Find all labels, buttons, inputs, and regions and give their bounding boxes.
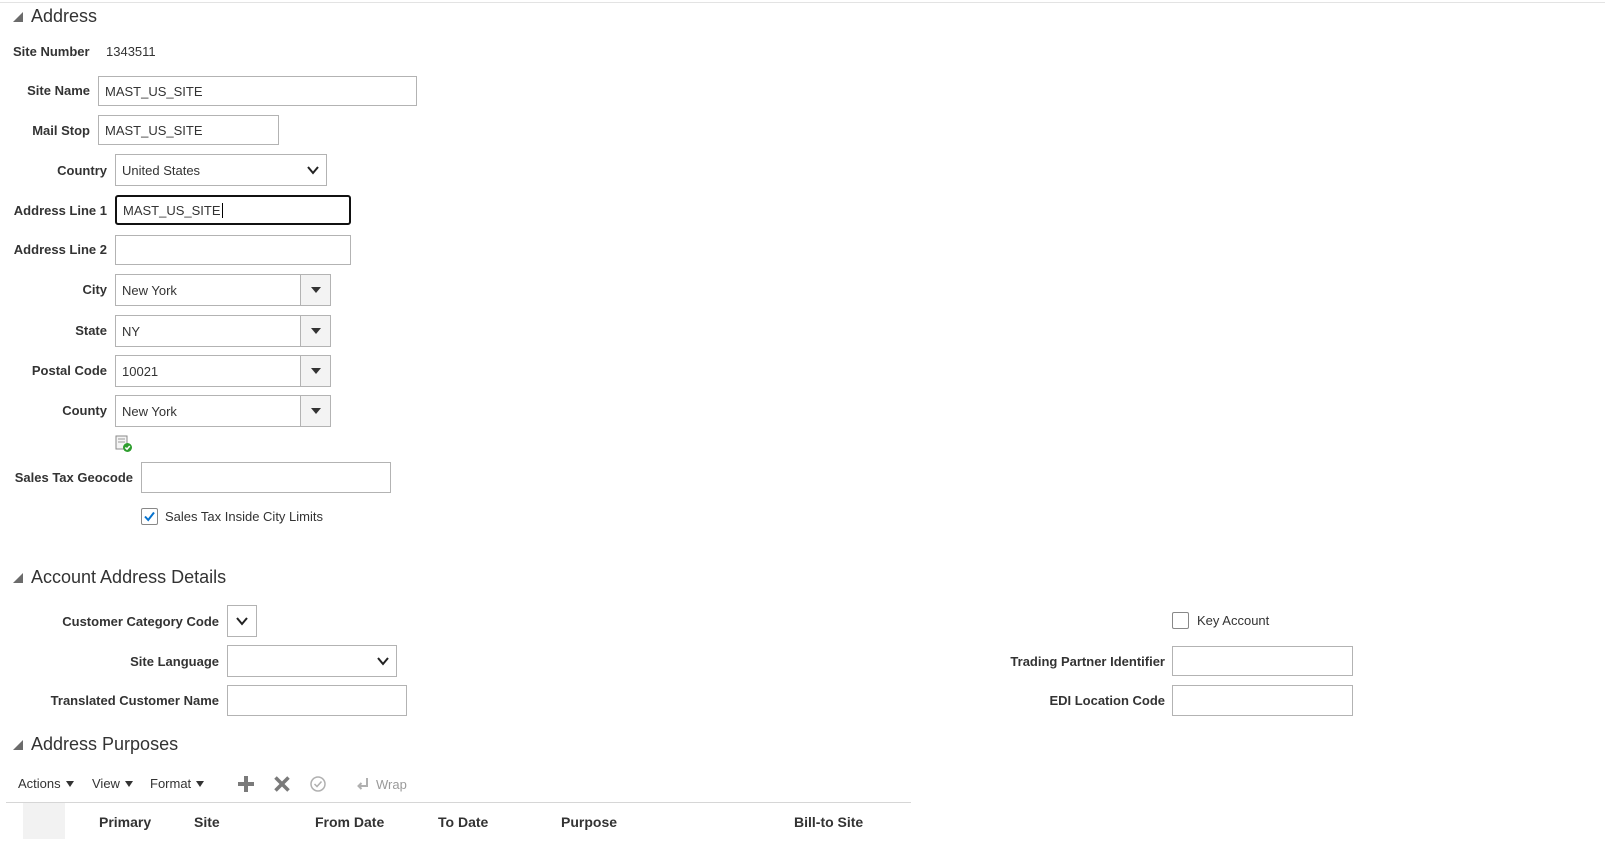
address-purposes-section-header[interactable]: Address Purposes bbox=[13, 734, 178, 755]
mail-stop-input[interactable]: MAST_US_SITE bbox=[98, 115, 279, 145]
site-number-label: Site Number bbox=[13, 44, 90, 59]
format-menu-label: Format bbox=[150, 776, 192, 791]
actions-menu[interactable]: Actions bbox=[18, 776, 74, 791]
county-dropdown-button[interactable] bbox=[300, 396, 330, 426]
edi-location-code-input[interactable] bbox=[1172, 685, 1353, 716]
column-header-site[interactable]: Site bbox=[194, 814, 220, 830]
address-section-title: Address bbox=[31, 6, 98, 26]
city-combobox[interactable]: New York bbox=[115, 274, 331, 306]
validate-address-icon[interactable] bbox=[115, 435, 133, 453]
address-line1-input[interactable]: MAST_US_SITE bbox=[115, 195, 351, 225]
menu-arrow-icon bbox=[65, 780, 74, 787]
edi-location-code-label: EDI Location Code bbox=[1049, 693, 1165, 708]
collapse-triangle-icon[interactable] bbox=[13, 11, 23, 22]
county-label: County bbox=[62, 403, 107, 418]
site-language-label: Site Language bbox=[130, 654, 219, 669]
address-purposes-section-title: Address Purposes bbox=[31, 734, 179, 754]
key-account-checkbox[interactable] bbox=[1172, 612, 1189, 629]
customer-category-code-select[interactable] bbox=[227, 605, 257, 637]
postal-code-combobox[interactable]: 10021 bbox=[115, 355, 331, 387]
trading-partner-identifier-label: Trading Partner Identifier bbox=[1010, 654, 1165, 669]
address-line2-label: Address Line 2 bbox=[13, 242, 107, 257]
postal-code-dropdown-button[interactable] bbox=[300, 356, 330, 386]
county-combobox[interactable]: New York bbox=[115, 395, 331, 427]
country-select[interactable]: United States bbox=[115, 154, 327, 186]
check-circle-icon[interactable] bbox=[309, 775, 327, 793]
address-line1-value: MAST_US_SITE bbox=[123, 202, 221, 218]
dropdown-arrow-icon bbox=[310, 328, 321, 334]
view-menu-label: View bbox=[92, 776, 120, 791]
state-label: State bbox=[75, 323, 107, 338]
country-value: United States bbox=[122, 162, 201, 178]
sales-tax-inside-city-limits-checkbox[interactable] bbox=[141, 508, 158, 525]
column-header-to-date[interactable]: To Date bbox=[438, 814, 488, 830]
text-cursor bbox=[221, 202, 223, 218]
menu-arrow-icon bbox=[196, 780, 205, 787]
wrap-label: Wrap bbox=[376, 776, 407, 792]
checkmark-icon bbox=[144, 511, 155, 522]
address-line1-label: Address Line 1 bbox=[13, 203, 107, 218]
chevron-down-icon bbox=[236, 617, 248, 626]
postal-code-label: Postal Code bbox=[31, 363, 107, 378]
collapse-triangle-icon[interactable] bbox=[13, 572, 23, 583]
mail-stop-label: Mail Stop bbox=[32, 123, 90, 138]
sales-tax-inside-city-limits-label: Sales Tax Inside City Limits bbox=[165, 509, 323, 524]
column-header-purpose[interactable]: Purpose bbox=[561, 814, 617, 830]
city-dropdown-button[interactable] bbox=[300, 275, 330, 305]
key-account-label: Key Account bbox=[1197, 613, 1270, 628]
translated-customer-name-input[interactable] bbox=[227, 685, 407, 716]
add-row-plus-icon[interactable] bbox=[237, 775, 255, 793]
menu-arrow-icon bbox=[124, 780, 133, 787]
country-label: Country bbox=[57, 163, 107, 178]
mail-stop-value: MAST_US_SITE bbox=[105, 122, 203, 138]
sales-tax-geocode-label: Sales Tax Geocode bbox=[14, 470, 133, 485]
site-name-input[interactable]: MAST_US_SITE bbox=[98, 76, 417, 106]
row-header-cell bbox=[23, 803, 65, 839]
top-divider bbox=[0, 2, 1605, 3]
city-label: City bbox=[82, 282, 107, 297]
wrap-button[interactable]: Wrap bbox=[355, 776, 407, 792]
county-value: New York bbox=[122, 403, 177, 419]
chevron-down-icon bbox=[307, 166, 319, 175]
account-details-section-title: Account Address Details bbox=[31, 567, 227, 587]
actions-menu-label: Actions bbox=[18, 776, 61, 791]
state-combobox[interactable]: NY bbox=[115, 315, 331, 347]
city-value: New York bbox=[122, 282, 177, 298]
column-header-primary[interactable]: Primary bbox=[99, 814, 151, 830]
column-header-bill-to-site[interactable]: Bill-to Site bbox=[794, 814, 863, 830]
wrap-arrow-icon bbox=[357, 778, 368, 790]
address-line2-input[interactable] bbox=[115, 235, 351, 265]
delete-row-x-icon[interactable] bbox=[273, 775, 291, 793]
dropdown-arrow-icon bbox=[310, 368, 321, 374]
format-menu[interactable]: Format bbox=[150, 776, 205, 791]
dropdown-arrow-icon bbox=[310, 287, 321, 293]
postal-code-value: 10021 bbox=[122, 363, 159, 379]
collapse-triangle-icon[interactable] bbox=[13, 739, 23, 750]
view-menu[interactable]: View bbox=[92, 776, 133, 791]
column-header-from-date[interactable]: From Date bbox=[315, 814, 384, 830]
state-dropdown-button[interactable] bbox=[300, 316, 330, 346]
account-details-section-header[interactable]: Account Address Details bbox=[13, 567, 226, 588]
sales-tax-geocode-input[interactable] bbox=[141, 462, 391, 493]
site-name-label: Site Name bbox=[27, 83, 90, 98]
state-value: NY bbox=[122, 323, 141, 339]
address-section-header[interactable]: Address bbox=[13, 6, 97, 27]
customer-category-code-label: Customer Category Code bbox=[62, 614, 219, 629]
dropdown-arrow-icon bbox=[310, 408, 321, 414]
site-number-value: 1343511 bbox=[106, 44, 156, 59]
translated-customer-name-label: Translated Customer Name bbox=[50, 693, 219, 708]
site-language-select[interactable] bbox=[227, 645, 397, 677]
trading-partner-identifier-input[interactable] bbox=[1172, 646, 1353, 676]
site-name-value: MAST_US_SITE bbox=[105, 83, 203, 99]
address-purposes-table-header: Primary Site From Date To Date Purpose B… bbox=[6, 802, 911, 839]
chevron-down-icon bbox=[377, 657, 389, 666]
